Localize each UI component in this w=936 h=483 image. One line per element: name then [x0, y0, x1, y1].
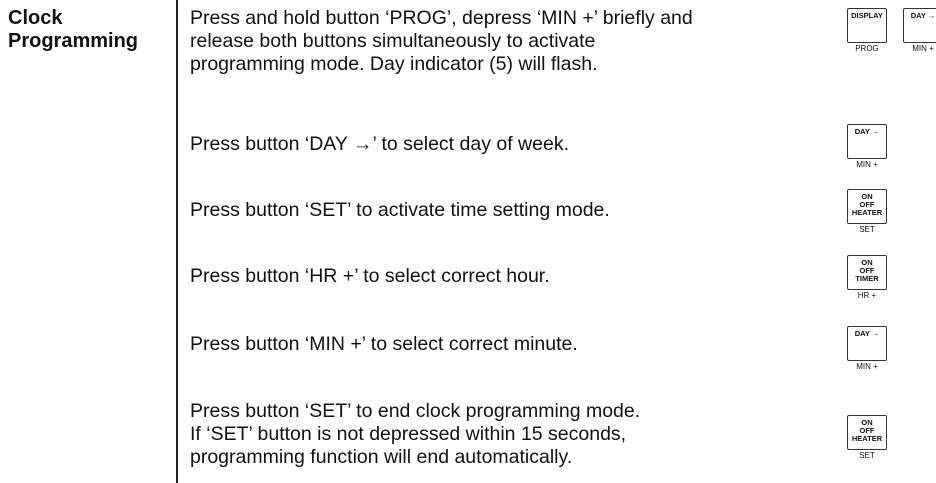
step-1-instruction: Press and hold button ‘PROG’, depress ‘M…	[190, 7, 693, 76]
min-plus-label: MIN +	[912, 44, 934, 53]
heater-text: HEATER	[851, 434, 883, 443]
day-min-button-illustration-step2: DAY → MIN +	[847, 124, 887, 170]
step-1-line-2: release both buttons simultaneously to a…	[190, 30, 596, 52]
step-2-line-1: Press button ‘DAY →’ to select day of we…	[190, 133, 569, 155]
step-1-line-3: programming mode. Day indicator (5) will…	[190, 53, 598, 75]
step-3-line-1: Press button ‘SET’ to activate time sett…	[190, 199, 610, 221]
step-6-line-3: programming function will end automatica…	[190, 446, 573, 468]
day-button-face: DAY →	[903, 8, 936, 43]
hr-plus-label: HR +	[857, 291, 877, 300]
section-title-line2: Programming	[8, 30, 139, 52]
step-5-line-1: Press button ‘MIN +’ to select correct m…	[190, 333, 578, 355]
heater-button-face: ON OFF HEATER	[847, 189, 887, 224]
day-button-text: DAY →	[910, 11, 936, 20]
day-button-text: DAY →	[854, 127, 880, 136]
min-plus-label: MIN +	[856, 160, 878, 169]
timer-text: TIMER	[855, 274, 879, 283]
day-button-face: DAY →	[847, 124, 887, 159]
timer-hr-button-illustration: ON OFF TIMER HR +	[847, 255, 887, 301]
min-plus-label: MIN +	[856, 362, 878, 371]
section-title-line1: Clock	[8, 7, 63, 29]
vertical-divider	[176, 0, 178, 483]
display-button-text: DISPLAY	[851, 11, 883, 20]
heater-set-button-illustration-step6: ON OFF HEATER SET	[847, 415, 887, 461]
heater-set-button-illustration-step3: ON OFF HEATER SET	[847, 189, 887, 235]
display-prog-button-illustration: DISPLAY PROG	[847, 8, 887, 54]
prog-label: PROG	[855, 44, 879, 53]
heater-text: HEATER	[851, 208, 883, 217]
step-3-instruction: Press button ‘SET’ to activate time sett…	[190, 199, 610, 222]
day-min-button-illustration-step5: DAY → MIN +	[847, 326, 887, 372]
set-label: SET	[859, 451, 875, 460]
day-button-text: DAY →	[854, 329, 880, 338]
heater-button-face: ON OFF HEATER	[847, 415, 887, 450]
step-6-line-1: Press button ‘SET’ to end clock programm…	[190, 400, 641, 422]
step-4-line-1: Press button ‘HR +’ to select correct ho…	[190, 265, 550, 287]
step-6-line-2: If ‘SET’ button is not depressed within …	[190, 423, 627, 445]
timer-button-face: ON OFF TIMER	[847, 255, 887, 290]
step-1-line-1: Press and hold button ‘PROG’, depress ‘M…	[190, 7, 693, 29]
section-title: Clock Programming	[8, 7, 138, 53]
day-min-button-illustration-top: DAY → MIN +	[903, 8, 936, 54]
set-label: SET	[859, 225, 875, 234]
step-2-instruction: Press button ‘DAY →’ to select day of we…	[190, 133, 569, 156]
step-4-instruction: Press button ‘HR +’ to select correct ho…	[190, 265, 550, 288]
step-5-instruction: Press button ‘MIN +’ to select correct m…	[190, 333, 578, 356]
step-6-instruction: Press button ‘SET’ to end clock programm…	[190, 400, 640, 469]
day-button-face: DAY →	[847, 326, 887, 361]
display-button-face: DISPLAY	[847, 8, 887, 43]
